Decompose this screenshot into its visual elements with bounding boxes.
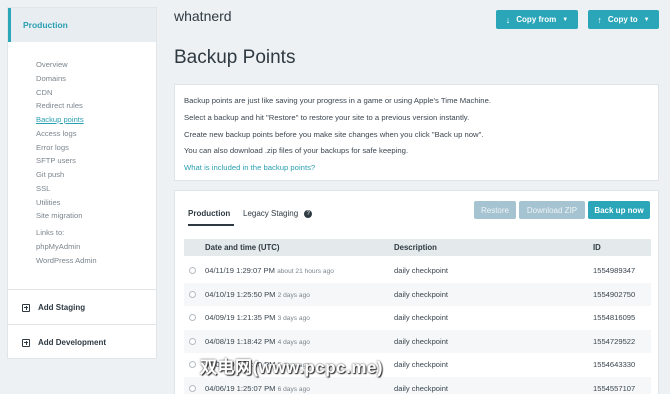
row-date: 04/11/19 1:29:07 PM about 21 hours ago [205,259,334,284]
table-row[interactable]: 04/06/19 1:25:07 PM 6 days ago daily che… [184,376,651,394]
relative-time: 3 days ago [277,315,310,322]
row-description: daily checkpoint [394,289,449,299]
row-description: daily checkpoint [394,313,449,322]
sidebar-item-site-migration[interactable]: Site migration [36,209,156,223]
link-wordpress-admin[interactable]: WordPress Admin [36,254,156,268]
copy-to-button[interactable]: ↑ Copy to ▼ [588,10,659,29]
sidebar-item-cdn[interactable]: CDN [36,86,156,100]
backup-info-link[interactable]: What is included in the backup points? [184,160,649,177]
site-name: whatnerd [174,8,232,24]
relative-time: 4 days ago [277,338,310,346]
row-id: 1554643330 [593,360,636,369]
plus-square-icon [22,303,30,312]
add-development-label: Add Development [38,338,107,347]
relative-time: 6 days ago [277,385,310,393]
row-description: daily checkpoint [394,266,449,275]
watermark: 双电网(www.pcpc.me) [200,358,384,377]
sidebar-item-ssl[interactable]: SSL [36,182,156,196]
row-date: 04/09/19 1:21:35 PM 3 days ago [205,306,310,331]
environment-label: Production [23,20,68,30]
page-title: Backup Points [174,47,296,68]
sidebar-item-access-logs[interactable]: Access logs [36,127,156,141]
add-staging-label: Add Staging [38,303,86,312]
row-id: 1554729522 [593,336,636,346]
info-box: Backup points are just like saving your … [174,84,659,181]
sidebar-item-error-logs[interactable]: Error logs [36,141,156,155]
info-line: Create new backup points before you make… [184,129,484,139]
row-date: 04/08/19 1:18:42 PM 4 days ago [205,330,310,355]
row-date: 04/06/19 1:25:07 PM 6 days ago [205,377,310,394]
link-phpmyadmin[interactable]: phpMyAdmin [36,240,156,254]
links-label: Links to: [36,228,65,237]
row-radio[interactable] [189,361,196,368]
column-header-description: Description [394,243,437,252]
row-id: 1554816095 [593,313,636,322]
row-id: 1554989347 [593,266,636,275]
table-row[interactable]: 04/08/19 1:18:42 PM 4 days ago daily che… [184,329,651,355]
relative-time: 2 days ago [277,291,310,299]
relative-time: about 21 hours ago [277,268,334,275]
table-header: Date and time (UTC) Description ID [184,239,651,256]
sidebar-item-overview[interactable]: Overview [36,58,156,72]
date-value: 04/09/19 1:21:35 PM [205,313,276,322]
help-icon[interactable]: ? [304,209,313,218]
row-radio[interactable] [189,290,196,298]
tab-legacy-staging-label: Legacy Staging [243,209,299,218]
date-value: 04/10/19 1:25:50 PM [205,289,276,299]
row-id: 1554557107 [593,383,636,393]
date-value: 04/08/19 1:18:42 PM [205,336,276,346]
row-description: daily checkpoint [394,360,449,369]
row-radio[interactable] [189,314,196,321]
sidebar-nav: Overview Domains CDN Redirect rules Back… [8,42,156,268]
copy-from-button[interactable]: ↓ Copy from ▼ [496,10,578,29]
sidebar-item-utilities[interactable]: Utilities [36,196,156,210]
tab-active-indicator [188,224,234,226]
add-development-button[interactable]: Add Development [8,324,156,360]
caret-down-icon: ▼ [562,16,569,23]
table-row[interactable]: 04/10/19 1:25:50 PM 2 days ago daily che… [184,282,651,308]
download-zip-button[interactable]: Download ZIP [519,201,585,219]
row-radio[interactable] [189,267,196,274]
row-id: 1554902750 [593,289,636,299]
table-row[interactable]: 04/09/19 1:21:35 PM 3 days ago daily che… [184,306,651,330]
row-radio[interactable] [189,384,196,392]
arrow-up-icon: ↑ [597,14,602,25]
environment-sidebar: Production Overview Domains CDN Redirect… [7,7,157,359]
column-header-date: Date and time (UTC) [205,243,280,252]
copy-from-label: Copy from [516,15,557,24]
date-value: 04/06/19 1:25:07 PM [205,383,276,393]
plus-square-icon [22,338,30,347]
add-staging-button[interactable]: Add Staging [8,289,156,325]
row-description: daily checkpoint [394,336,449,346]
sidebar-item-redirect-rules[interactable]: Redirect rules [36,99,156,113]
arrow-down-icon: ↓ [505,14,511,25]
copy-to-label: Copy to [607,15,638,24]
caret-down-icon: ▼ [643,16,650,23]
sidebar-item-git-push[interactable]: Git push [36,168,156,182]
row-date: 04/10/19 1:25:50 PM 2 days ago [205,283,310,308]
date-value: 04/11/19 1:29:07 PM [205,266,275,275]
tab-legacy-staging[interactable]: Legacy Staging? [243,209,313,218]
sidebar-item-backup-points[interactable]: Backup points [36,113,156,127]
back-up-now-button[interactable]: Back up now [588,201,650,219]
info-line: Select a backup and hit "Restore" to res… [184,112,470,122]
environment-production[interactable]: Production [8,8,156,42]
info-line: Backup points are just like saving your … [184,96,491,105]
restore-button[interactable]: Restore [474,201,516,219]
sidebar-item-sftp-users[interactable]: SFTP users [36,154,156,168]
column-header-id: ID [593,243,601,252]
table-row[interactable]: 04/11/19 1:29:07 PM about 21 hours ago d… [184,259,651,283]
tab-production[interactable]: Production [188,209,230,218]
row-description: daily checkpoint [394,383,449,393]
info-line: You can also download .zip files of your… [184,146,409,156]
sidebar-item-domains[interactable]: Domains [36,72,156,86]
row-radio[interactable] [189,337,196,345]
